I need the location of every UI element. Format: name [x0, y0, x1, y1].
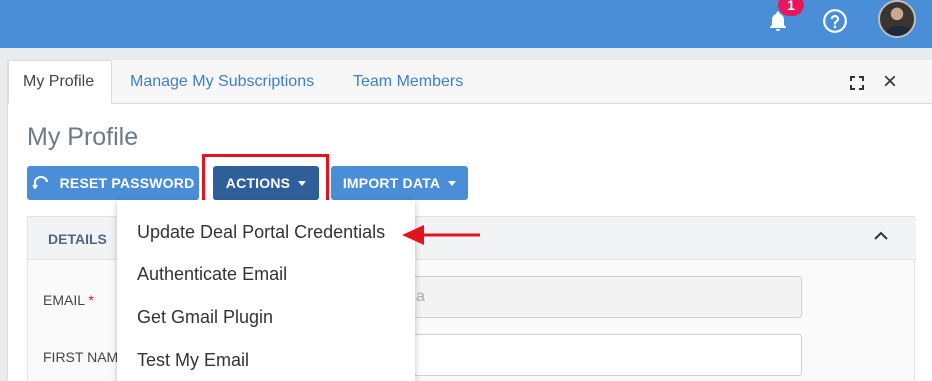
tab-bar: My Profile Manage My Subscriptions Team …: [8, 60, 932, 104]
menu-item-authenticate-email[interactable]: Authenticate Email: [137, 264, 287, 285]
chevron-up-icon[interactable]: [874, 231, 888, 241]
import-data-label: IMPORT DATA: [342, 175, 441, 191]
red-arrow-annotation: [402, 225, 480, 245]
close-icon[interactable]: ×: [880, 70, 900, 94]
notification-badge: 1: [778, 0, 804, 16]
details-label: DETAILS: [48, 231, 107, 247]
email-value: a: [416, 288, 425, 305]
tab-team-members[interactable]: Team Members: [353, 60, 463, 104]
reset-password-button[interactable]: RESET PASSWORD: [27, 166, 199, 200]
help-icon[interactable]: [820, 6, 850, 36]
first-name-field[interactable]: [403, 334, 802, 376]
page-title: My Profile: [27, 123, 139, 151]
tab-manage-my-subscriptions[interactable]: Manage My Subscriptions: [130, 60, 314, 104]
top-bar: 1: [0, 0, 932, 48]
email-label: EMAIL *: [43, 292, 94, 308]
tab-my-profile[interactable]: My Profile: [8, 60, 112, 104]
caret-down-icon: [448, 180, 457, 186]
actions-dropdown-menu: Update Deal Portal Credentials Authentic…: [117, 200, 415, 381]
avatar[interactable]: [878, 0, 916, 38]
required-mark: *: [88, 292, 94, 308]
import-data-dropdown-button[interactable]: IMPORT DATA: [331, 166, 468, 200]
email-field[interactable]: a: [403, 276, 802, 318]
reset-password-icon: [31, 175, 50, 192]
first-name-label: FIRST NAM: [43, 349, 119, 365]
menu-item-update-deal-portal-credentials[interactable]: Update Deal Portal Credentials: [137, 222, 385, 243]
menu-item-test-my-email[interactable]: Test My Email: [137, 350, 249, 371]
reset-password-label: RESET PASSWORD: [59, 175, 195, 191]
menu-item-get-gmail-plugin[interactable]: Get Gmail Plugin: [137, 307, 273, 328]
expand-icon[interactable]: [848, 74, 866, 92]
